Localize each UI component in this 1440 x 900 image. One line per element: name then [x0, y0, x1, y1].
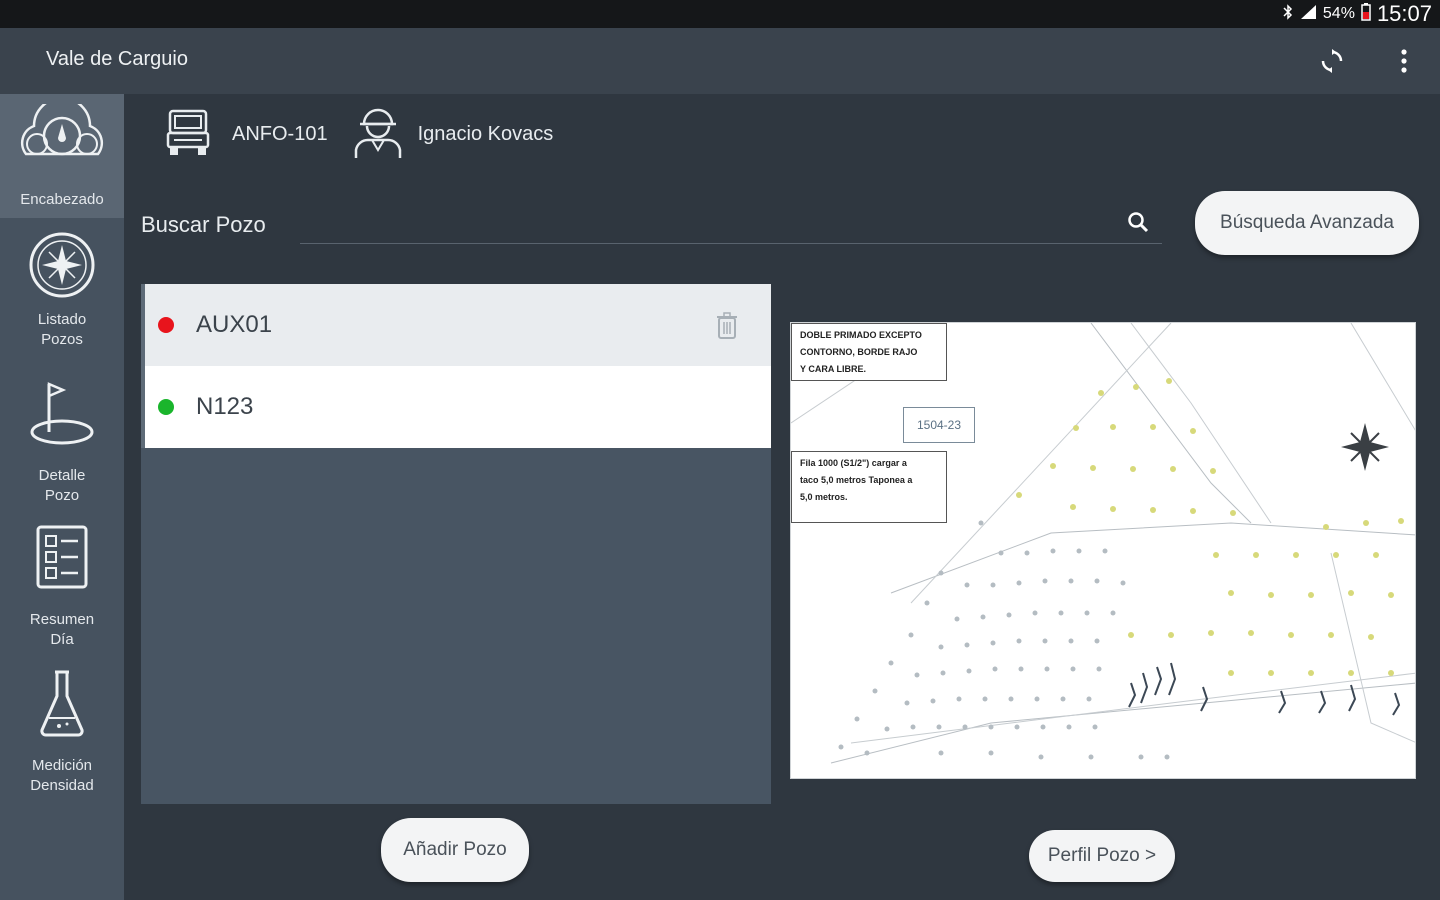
sidebar-item-label: Medición Densidad — [30, 757, 94, 794]
flag-hole-icon — [27, 380, 97, 452]
map-note-load: Fila 1000 (S1/2") cargar a taco 5,0 metro… — [791, 451, 947, 523]
map-note-primer: DOBLE PRIMADO EXCEPTO CONTORNO, BORDE RAJ… — [791, 323, 947, 381]
nav-sidebar: Encabezado Listado Pozos Detalle Pozo Re… — [0, 94, 124, 900]
list-accent-bar — [141, 284, 145, 448]
overflow-menu-icon[interactable] — [1388, 45, 1420, 77]
battery-icon — [1361, 2, 1371, 26]
sidebar-item-medicion-densidad[interactable]: Medición Densidad — [0, 664, 124, 804]
bluetooth-icon — [1283, 3, 1293, 25]
sidebar-item-listado-pozos[interactable]: Listado Pozos — [0, 218, 124, 364]
worker-icon — [352, 104, 404, 165]
north-arrow-icon — [1341, 423, 1389, 471]
add-pozo-button[interactable]: Añadir Pozo — [381, 818, 529, 882]
status-dot — [158, 399, 174, 415]
compass-icon — [27, 230, 97, 306]
sidebar-item-label: Encabezado — [20, 191, 104, 208]
map-label: 1504-23 — [903, 407, 975, 443]
clock: 15:07 — [1376, 1, 1432, 26]
pozo-name: AUX01 — [196, 311, 273, 338]
header-info: ANFO-101 Ignacio Kovacs — [164, 106, 553, 162]
app-bar: Vale de Carguio — [0, 28, 1440, 94]
operator-name: Ignacio Kovacs — [417, 122, 554, 145]
battery-percent: 54% — [1322, 5, 1355, 22]
truck-id: ANFO-101 — [232, 122, 328, 145]
map-drawing — [791, 323, 1415, 764]
search-input[interactable] — [300, 202, 1162, 244]
signal-icon — [1299, 4, 1317, 25]
sidebar-item-encabezado[interactable]: Encabezado — [0, 94, 124, 218]
pozo-profile-button[interactable]: Perfil Pozo > — [1029, 830, 1175, 882]
status-indicators: 54% 15:07 — [1283, 0, 1432, 28]
advanced-search-button[interactable]: Búsqueda Avanzada — [1195, 191, 1419, 255]
truck-icon — [164, 105, 212, 164]
sync-icon[interactable] — [1316, 45, 1348, 77]
sidebar-item-resumen-dia[interactable]: Resumen Día — [0, 518, 124, 658]
search-label: Buscar Pozo — [141, 212, 266, 237]
sidebar-item-detalle-pozo[interactable]: Detalle Pozo — [0, 374, 124, 514]
blast-map: DOBLE PRIMADO EXCEPTO CONTORNO, BORDE RAJ… — [790, 322, 1416, 779]
status-bar: 54% 15:07 — [0, 0, 1440, 28]
main-content: ANFO-101 Ignacio Kovacs Buscar Pozo Búsq… — [124, 94, 1440, 900]
delete-icon[interactable] — [715, 312, 739, 345]
status-dot — [158, 317, 174, 333]
sidebar-item-label: Resumen Día — [29, 611, 95, 648]
app-title: Vale de Carguio — [46, 48, 188, 70]
pozo-name: N123 — [196, 393, 254, 420]
list-item[interactable]: AUX01 — [141, 284, 771, 366]
pozo-list: AUX01 N123 — [141, 284, 771, 804]
sidebar-item-label: Listado Pozos — [37, 311, 87, 348]
list-item[interactable]: N123 — [141, 366, 771, 448]
checklist-icon — [35, 524, 89, 596]
search-icon[interactable] — [1126, 210, 1150, 239]
dashboard-gauge-icon — [12, 96, 112, 172]
sidebar-item-label: Detalle Pozo — [38, 467, 86, 504]
flask-icon — [37, 668, 87, 744]
